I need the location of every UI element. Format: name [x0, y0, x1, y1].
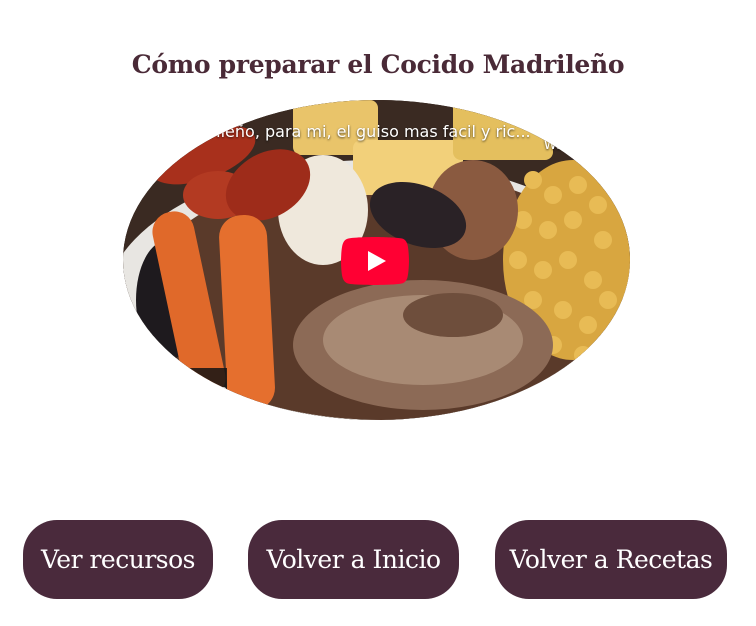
youtube-logo-icon[interactable]: YouTube	[145, 368, 228, 414]
watch-later-button[interactable]: Watch later	[536, 112, 626, 162]
view-resources-button[interactable]: Ver recursos	[23, 520, 213, 599]
clock-icon	[571, 113, 591, 133]
back-to-recipes-button[interactable]: Volver a Recetas	[495, 520, 727, 599]
page-title: Cómo preparar el Cocido Madrileño	[131, 50, 625, 79]
back-to-home-button[interactable]: Volver a Inicio	[248, 520, 459, 599]
youtube-mark-icon	[153, 385, 162, 397]
video-player[interactable]: do madrileño, para mi, el guiso mas faci…	[123, 100, 630, 420]
watch-later-label: Watch later	[543, 138, 619, 153]
navigation-buttons: Ver recursos Volver a Inicio Volver a Re…	[0, 520, 756, 600]
play-icon[interactable]	[341, 237, 409, 285]
video-title[interactable]: do madrileño, para mi, el guiso mas faci…	[149, 122, 531, 141]
youtube-label: YouTube	[164, 383, 228, 399]
